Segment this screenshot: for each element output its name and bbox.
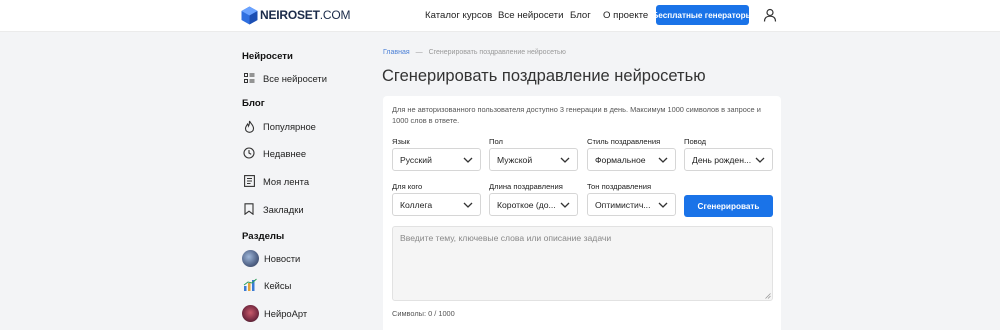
select-value: Оптимистич... bbox=[595, 199, 651, 210]
nav-course-catalog[interactable]: Каталог курсов bbox=[425, 10, 492, 21]
sidebar-item-label: НейроАрт bbox=[264, 307, 308, 319]
sidebar-section-parts: Разделы bbox=[242, 231, 285, 242]
page-title: Сгенерировать поздравление нейросетью bbox=[382, 67, 706, 85]
select-value: Русский bbox=[400, 154, 432, 165]
sidebar-item-label: Недавнее bbox=[263, 147, 307, 159]
character-counter: Символы: 0 / 1000 bbox=[392, 309, 455, 318]
sidebar-item-recent[interactable]: Недавнее bbox=[242, 143, 306, 163]
site-logo[interactable]: NEIROSET.COM bbox=[241, 5, 350, 25]
sidebar-item-news[interactable]: Новости bbox=[242, 248, 300, 268]
gender-label: Пол bbox=[489, 137, 503, 146]
style-label: Стиль поздравления bbox=[587, 137, 661, 146]
length-label: Длина поздравления bbox=[489, 182, 563, 191]
nav-about[interactable]: О проекте bbox=[603, 10, 648, 21]
chevron-down-icon bbox=[755, 157, 765, 163]
sidebar-item-label: Новости bbox=[264, 252, 301, 264]
sidebar-item-label: Кейсы bbox=[264, 279, 292, 291]
recipient-select[interactable]: Коллега bbox=[392, 193, 481, 216]
sidebar-item-neuroart[interactable]: НейроАрт bbox=[242, 303, 307, 323]
news-avatar bbox=[242, 249, 259, 267]
tone-select[interactable]: Оптимистич... bbox=[587, 193, 676, 216]
sidebar-item-feed[interactable]: Моя лента bbox=[242, 171, 309, 191]
chevron-down-icon bbox=[463, 202, 473, 208]
chevron-down-icon bbox=[560, 157, 570, 163]
recipient-label: Для кого bbox=[392, 182, 423, 191]
language-select[interactable]: Русский bbox=[392, 148, 481, 171]
occasion-select[interactable]: День рожден... bbox=[684, 148, 773, 171]
chevron-down-icon bbox=[658, 157, 668, 163]
sidebar-section-neural: Нейросети bbox=[242, 51, 293, 62]
sidebar-item-cases[interactable]: Кейсы bbox=[242, 275, 291, 295]
breadcrumb-home[interactable]: Главная bbox=[383, 49, 410, 56]
sidebar-item-popular[interactable]: Популярное bbox=[242, 116, 316, 136]
nav-all-neural[interactable]: Все нейросети bbox=[498, 10, 563, 21]
clock-icon bbox=[242, 146, 256, 160]
sidebar-item-all-neural[interactable]: Все нейросети bbox=[242, 68, 327, 88]
sidebar-section-blog: Блог bbox=[242, 98, 265, 109]
user-icon[interactable] bbox=[763, 8, 777, 22]
chevron-down-icon bbox=[463, 157, 473, 163]
select-value: Короткое (до... bbox=[497, 199, 556, 210]
neuroart-avatar bbox=[242, 304, 259, 322]
select-value: Мужской bbox=[497, 154, 533, 165]
free-generators-button[interactable]: Бесплатные генераторы bbox=[652, 5, 753, 25]
tone-label: Тон поздравления bbox=[587, 182, 652, 191]
flame-icon bbox=[242, 119, 256, 133]
bookmark-icon bbox=[242, 202, 256, 216]
sidebar-item-label: Все нейросети bbox=[263, 72, 327, 84]
chevron-down-icon bbox=[560, 202, 570, 208]
gender-select[interactable]: Мужской bbox=[489, 148, 578, 171]
breadcrumb: Главная — Сгенерировать поздравление ней… bbox=[383, 49, 566, 56]
length-select[interactable]: Короткое (до... bbox=[489, 193, 578, 216]
language-label: Язык bbox=[392, 137, 410, 146]
nav-blog[interactable]: Блог bbox=[570, 10, 591, 21]
sidebar-item-label: Популярное bbox=[263, 120, 316, 132]
sidebar-item-label: Закладки bbox=[263, 203, 304, 215]
top-header: NEIROSET.COM Каталог курсов Все нейросет… bbox=[0, 0, 1000, 32]
prompt-placeholder: Введите тему, ключевые слова или описани… bbox=[400, 233, 612, 243]
breadcrumb-separator: — bbox=[415, 49, 423, 56]
select-value: Коллега bbox=[400, 199, 433, 210]
occasion-label: Повод bbox=[684, 137, 707, 146]
breadcrumb-current: Сгенерировать поздравление нейросетью bbox=[428, 49, 566, 56]
cube-logo-icon bbox=[241, 6, 258, 24]
bar-chart-icon bbox=[242, 278, 259, 292]
document-icon bbox=[242, 174, 256, 188]
resize-handle-icon[interactable] bbox=[765, 293, 771, 299]
logo-text: NEIROSET.COM bbox=[260, 8, 351, 22]
select-value: День рожден... bbox=[692, 154, 752, 165]
prompt-input[interactable]: Введите тему, ключевые слова или описани… bbox=[392, 226, 773, 301]
sidebar-item-label: Моя лента bbox=[263, 175, 310, 187]
generate-button[interactable]: Сгенерировать bbox=[684, 195, 773, 217]
style-select[interactable]: Формальное bbox=[587, 148, 676, 171]
list-icon bbox=[242, 71, 256, 85]
chevron-down-icon bbox=[658, 202, 668, 208]
select-value: Формальное bbox=[595, 154, 646, 165]
limit-notice: Для не авторизованного пользователя дост… bbox=[392, 105, 761, 125]
sidebar-item-bookmarks[interactable]: Закладки bbox=[242, 199, 304, 219]
